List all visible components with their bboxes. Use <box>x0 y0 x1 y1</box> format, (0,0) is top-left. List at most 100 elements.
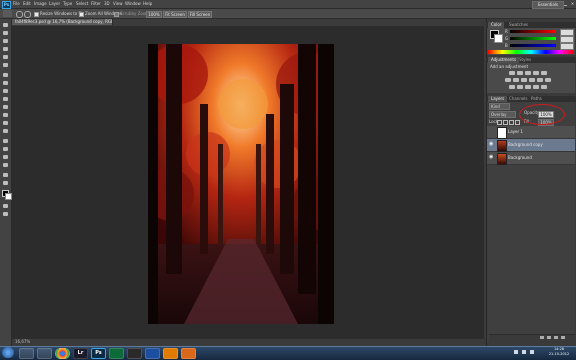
blue-channel-slider[interactable] <box>510 44 556 47</box>
menu-window[interactable]: Window <box>125 1 141 7</box>
menu-type[interactable]: Type <box>63 1 72 7</box>
brightness-contrast-icon[interactable] <box>509 71 515 75</box>
threshold-icon[interactable] <box>525 85 531 89</box>
lock-transparent-icon[interactable] <box>497 120 502 125</box>
menu-select[interactable]: Select <box>76 1 88 7</box>
blend-mode-select[interactable]: Overlay <box>489 111 516 118</box>
zoom-in-icon[interactable] <box>16 11 23 18</box>
layer-row-layer-1[interactable]: Layer 1 <box>487 126 575 139</box>
photoshop-taskbar-icon[interactable]: Ps <box>91 348 106 359</box>
tray-volume-icon[interactable] <box>522 350 526 354</box>
invert-icon[interactable] <box>509 85 515 89</box>
lightroom-icon[interactable]: Lr <box>73 348 88 359</box>
workspace-switcher[interactable]: Essentials <box>532 1 564 9</box>
lock-pixels-icon[interactable] <box>503 120 508 125</box>
layer-visibility-empty-icon[interactable] <box>489 129 494 134</box>
lasso-tool-icon[interactable] <box>2 38 9 44</box>
menu-image[interactable]: Image <box>34 1 47 7</box>
quick-mask-icon[interactable] <box>2 203 9 209</box>
selective-color-icon[interactable] <box>541 85 547 89</box>
forest-photo[interactable] <box>148 44 334 324</box>
levels-icon[interactable] <box>517 71 523 75</box>
exposure-icon[interactable] <box>533 71 539 75</box>
blue-channel-value[interactable] <box>560 43 574 50</box>
close-icon[interactable]: ✕ <box>570 1 575 6</box>
healing-brush-tool-icon[interactable] <box>2 72 9 78</box>
menu-file[interactable]: File <box>13 1 20 7</box>
start-button[interactable] <box>2 347 14 358</box>
dodge-tool-icon[interactable] <box>2 128 9 134</box>
screen-mode-icon[interactable] <box>2 211 9 217</box>
new-layer-icon[interactable] <box>554 336 558 339</box>
hue-saturation-icon[interactable] <box>505 78 511 82</box>
menu-edit[interactable]: Edit <box>23 1 31 7</box>
firefox-icon[interactable] <box>181 348 196 359</box>
eye-icon[interactable]: ◉ <box>489 155 494 160</box>
lock-all-icon[interactable] <box>515 120 520 125</box>
scrubby-zoom-checkbox[interactable] <box>114 12 119 17</box>
fit-screen-button[interactable]: Fit Screen <box>163 11 187 18</box>
red-channel-value[interactable] <box>560 29 574 36</box>
pen-tool-icon[interactable] <box>2 138 9 144</box>
word-icon[interactable] <box>145 348 160 359</box>
gradient-map-icon[interactable] <box>533 85 539 89</box>
document-tab[interactable]: fall4f89ec3.psd @ 16,7% (Background copy… <box>12 19 113 25</box>
lock-position-icon[interactable] <box>509 120 514 125</box>
zoom-100-button[interactable]: 100% <box>146 11 162 18</box>
chrome-icon[interactable] <box>55 348 70 359</box>
quick-select-tool-icon[interactable] <box>2 46 9 52</box>
type-tool-icon[interactable] <box>2 146 9 152</box>
zoom-out-icon[interactable] <box>24 11 31 18</box>
hand-tool-icon[interactable] <box>2 172 9 178</box>
eraser-tool-icon[interactable] <box>2 104 9 110</box>
color-lookup-icon[interactable] <box>545 78 551 82</box>
color-bg-swatch[interactable] <box>494 34 503 43</box>
tray-flag-icon[interactable] <box>530 350 534 354</box>
vlc-icon[interactable] <box>163 348 178 359</box>
shape-tool-icon[interactable] <box>2 162 9 168</box>
layer-row-background[interactable]: ◉ Background <box>487 152 575 165</box>
link-layers-icon[interactable] <box>540 336 544 339</box>
history-brush-tool-icon[interactable] <box>2 96 9 102</box>
photo-filter-icon[interactable] <box>529 78 535 82</box>
black-white-icon[interactable] <box>521 78 527 82</box>
vibrance-icon[interactable] <box>541 71 547 75</box>
media-icon[interactable] <box>109 348 124 359</box>
curves-icon[interactable] <box>525 71 531 75</box>
explorer-icon[interactable] <box>37 348 52 359</box>
move-tool-icon[interactable] <box>2 22 9 28</box>
brush-tool-icon[interactable] <box>2 80 9 86</box>
menu-3d[interactable]: 3D <box>104 1 110 7</box>
zoom-tool-icon[interactable] <box>3 10 12 17</box>
channel-mixer-icon[interactable] <box>537 78 543 82</box>
menu-help[interactable]: Help <box>143 1 152 7</box>
tray-network-icon[interactable] <box>514 350 518 354</box>
clone-stamp-tool-icon[interactable] <box>2 88 9 94</box>
layer-kind-filter[interactable]: Kind <box>489 103 510 110</box>
menu-view[interactable]: View <box>113 1 123 7</box>
video-icon[interactable] <box>127 348 142 359</box>
path-selection-tool-icon[interactable] <box>2 154 9 160</box>
color-balance-icon[interactable] <box>513 78 519 82</box>
zoom-all-windows-checkbox[interactable] <box>79 12 84 17</box>
resize-windows-checkbox[interactable] <box>34 12 39 17</box>
layer-row-background-copy[interactable]: ◉ Background copy <box>487 139 575 152</box>
background-color-swatch[interactable] <box>5 193 12 200</box>
menu-filter[interactable]: Filter <box>91 1 101 7</box>
gradient-tool-icon[interactable] <box>2 112 9 118</box>
color-spectrum-bar[interactable] <box>488 50 574 54</box>
eye-icon[interactable]: ◉ <box>489 142 494 147</box>
menu-layer[interactable]: Layer <box>49 1 60 7</box>
fill-screen-button[interactable]: Fill Screen <box>188 11 212 18</box>
taskbar-clock[interactable]: 14:28 21-10-2012 <box>544 347 574 358</box>
posterize-icon[interactable] <box>517 85 523 89</box>
green-channel-value[interactable] <box>560 36 574 43</box>
marquee-tool-icon[interactable] <box>2 30 9 36</box>
green-channel-slider[interactable] <box>510 37 556 40</box>
zoom-tool-panel-icon[interactable] <box>2 180 9 186</box>
internet-explorer-icon[interactable] <box>19 348 34 359</box>
add-mask-icon[interactable] <box>547 336 551 339</box>
delete-layer-icon[interactable] <box>561 336 565 339</box>
minimize-icon[interactable] <box>564 2 567 6</box>
eyedropper-tool-icon[interactable] <box>2 62 9 68</box>
